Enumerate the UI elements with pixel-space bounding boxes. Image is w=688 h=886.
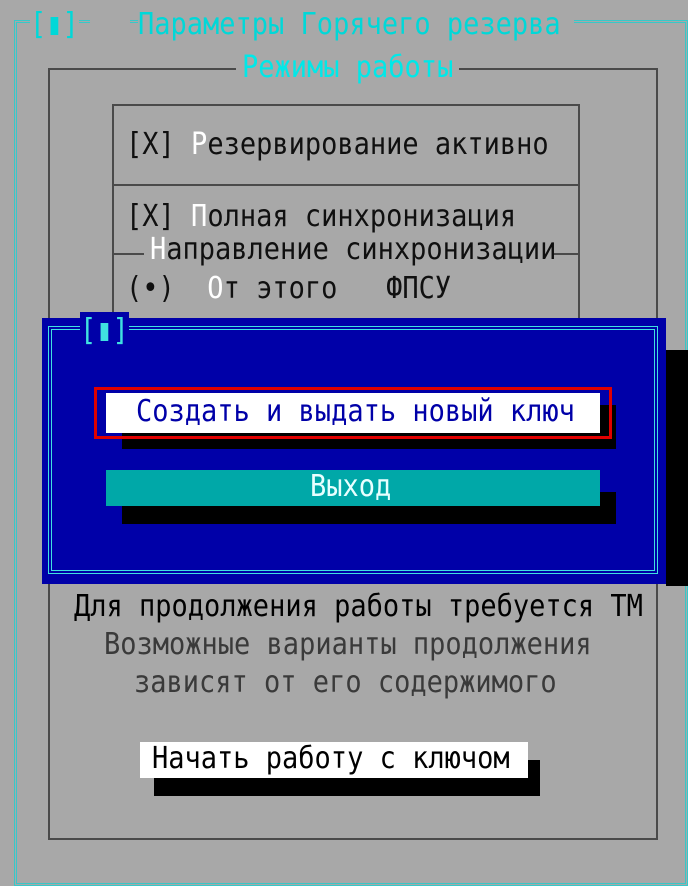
- start-work-label: Начать работу с ключом: [152, 741, 510, 776]
- title-gap-left: [90, 18, 130, 30]
- full-sync-hotkey: П: [191, 199, 208, 234]
- radio-label: т этого: [223, 271, 338, 306]
- dialog-close-button[interactable]: [▮]: [80, 312, 129, 351]
- direction-divider-left: [112, 253, 144, 255]
- redundancy-checkbox[interactable]: [X] Резервирование активно: [126, 126, 549, 164]
- info-line-1: Для продолжения работы требуется ТМ: [74, 588, 643, 627]
- modes-group-title: Режимы работы: [236, 49, 460, 88]
- start-work-button[interactable]: Начать работу с ключом: [140, 741, 528, 778]
- key-dialog-frame: [48, 326, 658, 574]
- radio-hotkey: О: [207, 271, 224, 306]
- info-line-3: зависят от его содержимого: [134, 665, 557, 700]
- title-gap-right: [560, 18, 574, 30]
- redundancy-check-mark: [X]: [126, 127, 175, 162]
- direction-radio-this[interactable]: (•) От этого ФПСУ: [126, 270, 451, 308]
- direction-hotkey: Н: [150, 232, 167, 267]
- full-sync-check-mark: [X]: [126, 199, 175, 234]
- radio-mark: (•): [126, 271, 175, 306]
- exit-button[interactable]: Выход: [106, 469, 600, 506]
- info-line-2: Возможные варианты продолжения: [104, 627, 592, 662]
- radio-suffix: ФПСУ: [386, 271, 452, 306]
- exit-label: Выход: [310, 469, 392, 504]
- full-sync-label: олная синхронизация: [207, 199, 517, 234]
- direction-label: Направление синхронизации: [150, 231, 556, 269]
- window-close-button[interactable]: [▮]: [30, 6, 79, 45]
- redundancy-label: езервирование активно: [207, 127, 549, 162]
- create-key-label: Создать и выдать новый ключ: [136, 394, 575, 429]
- create-key-button[interactable]: Создать и выдать новый ключ: [106, 393, 600, 433]
- redundancy-hotkey: Р: [191, 127, 208, 162]
- dialog-shadow: [666, 350, 688, 586]
- window-title: Параметры Горячего резерва: [138, 6, 561, 45]
- direction-label-text: аправление синхронизации: [166, 232, 557, 267]
